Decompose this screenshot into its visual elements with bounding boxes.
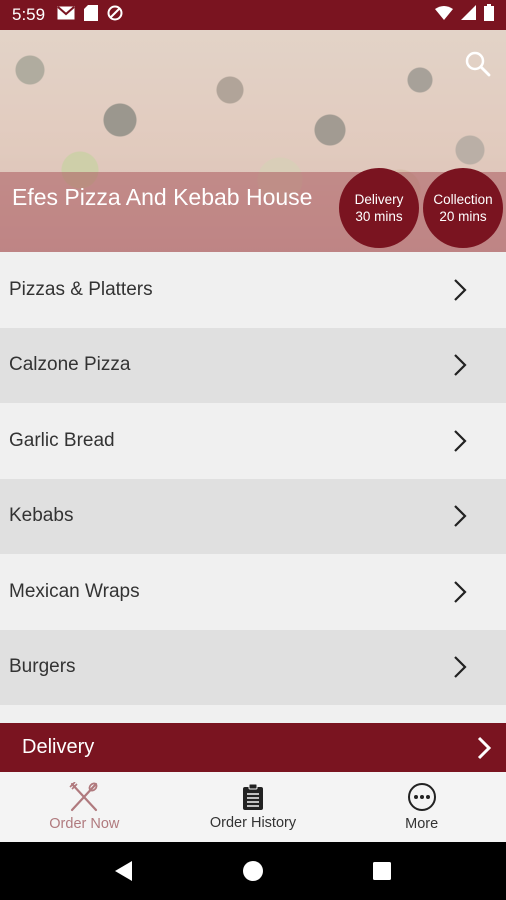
menu-category-item[interactable]: Kebabs [0, 478, 506, 554]
search-icon[interactable] [462, 48, 494, 80]
chevron-right-icon [454, 354, 467, 377]
sd-card-icon [84, 4, 99, 26]
wifi-icon [435, 5, 453, 25]
menu-category-label: Calzone Pizza [9, 354, 131, 376]
clipboard-icon [243, 783, 263, 810]
chevron-right-icon [477, 736, 492, 759]
status-time: 5:59 [12, 5, 46, 24]
tab-order-now-label: Order Now [49, 816, 120, 832]
menu-category-item[interactable]: Calzone Pizza [0, 327, 506, 403]
menu-category-item[interactable]: Garlic Bread [0, 403, 506, 479]
collection-badge-time: 20 mins [439, 209, 487, 224]
order-type-bar[interactable]: Delivery [0, 723, 506, 772]
menu-category-list: Pizzas & Platters Calzone Pizza Garlic B… [0, 252, 506, 705]
home-icon[interactable] [242, 860, 264, 882]
collection-badge-label: Collection [433, 192, 493, 207]
menu-category-label: Burgers [9, 656, 76, 678]
chevron-right-icon [454, 580, 467, 603]
delivery-badge-label: Delivery [354, 192, 404, 207]
menu-category-label: Garlic Bread [9, 429, 115, 451]
menu-category-item[interactable]: Burgers [0, 629, 506, 705]
data-saver-icon [107, 5, 123, 26]
gmail-icon [57, 5, 75, 25]
status-bar: 5:59 [0, 0, 506, 30]
restaurant-name: Efes Pizza And Kebab House [12, 184, 313, 210]
menu-category-item[interactable]: Mexican Wraps [0, 554, 506, 630]
battery-icon [484, 4, 494, 26]
menu-category-label: Kebabs [9, 505, 74, 527]
collection-time-badge: Collection 20 mins [423, 168, 503, 248]
bottom-navigation: Order Now Order History More [0, 772, 506, 842]
back-icon[interactable] [114, 860, 134, 882]
chevron-right-icon [454, 429, 467, 452]
chevron-right-icon [454, 278, 467, 301]
menu-category-item[interactable]: Pizzas & Platters [0, 252, 506, 328]
tab-more[interactable]: More [337, 772, 506, 842]
app-screen: 5:59 Efes Pizza And Kebab House Delivery… [0, 0, 506, 900]
menu-category-label: Pizzas & Platters [9, 278, 153, 300]
recents-icon[interactable] [372, 861, 392, 881]
delivery-time-badge: Delivery 30 mins [339, 168, 419, 248]
system-navigation-bar [0, 842, 506, 900]
tab-order-now[interactable]: Order Now [0, 772, 169, 842]
tab-order-history[interactable]: Order History [169, 772, 338, 842]
fork-knife-icon [69, 782, 98, 812]
chevron-right-icon [454, 505, 467, 528]
delivery-badge-time: 30 mins [355, 209, 403, 224]
tab-order-history-label: Order History [209, 815, 297, 831]
restaurant-hero: Efes Pizza And Kebab House Delivery 30 m… [0, 30, 506, 252]
order-type-label: Delivery [22, 736, 95, 758]
signal-icon [461, 5, 476, 25]
menu-category-label: Mexican Wraps [9, 580, 140, 602]
tab-more-label: More [405, 816, 439, 832]
chevron-right-icon [454, 656, 467, 679]
more-dots-icon [407, 783, 436, 811]
